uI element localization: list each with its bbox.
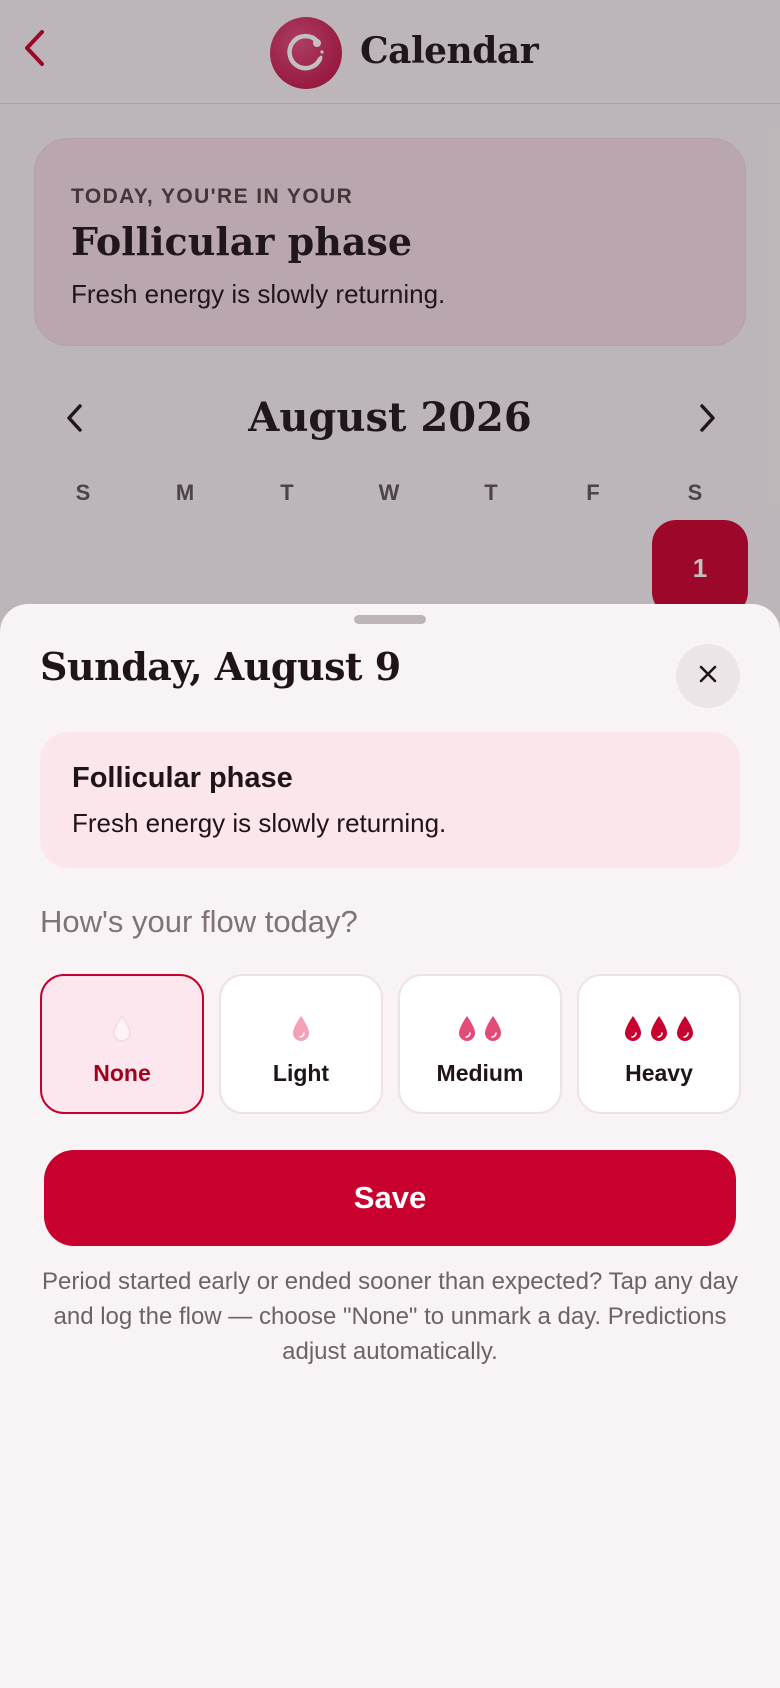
flow-option-light[interactable]: Light — [219, 974, 383, 1114]
sheet-grabber[interactable] — [354, 615, 426, 624]
flow-option-label: Medium — [436, 1060, 524, 1086]
sheet-title: Sunday, August 9 — [40, 644, 401, 689]
help-text: Period started early or ended sooner tha… — [41, 1268, 739, 1365]
flow-option-label: Light — [272, 1060, 330, 1086]
flow-option-heavy[interactable]: Heavy — [577, 974, 741, 1114]
phase-info-card: Follicular phase Fresh energy is slowly … — [40, 732, 740, 868]
phase-info-description: Fresh energy is slowly returning. — [72, 808, 447, 838]
flow-option-label: None — [93, 1060, 151, 1086]
drop-icon — [456, 1014, 478, 1046]
drop-icon — [648, 1014, 670, 1046]
flow-question: How's your flow today? — [40, 904, 358, 939]
save-button-label: Save — [353, 1180, 427, 1215]
flow-option-none[interactable]: None — [40, 974, 204, 1114]
drop-icon — [482, 1014, 504, 1046]
drop-icon — [674, 1014, 696, 1046]
flow-option-label: Heavy — [625, 1060, 693, 1086]
drop-icon — [290, 1014, 312, 1046]
drop-icon — [622, 1014, 644, 1046]
flow-option-medium[interactable]: Medium — [398, 974, 562, 1114]
close-button[interactable] — [676, 644, 740, 708]
save-button[interactable]: Save — [44, 1150, 736, 1246]
close-icon — [698, 664, 718, 689]
phase-info-title: Follicular phase — [72, 762, 293, 794]
empty-drop-icon — [111, 1014, 133, 1046]
day-detail-sheet: Sunday, August 9 Follicular phase Fresh … — [0, 604, 780, 1688]
